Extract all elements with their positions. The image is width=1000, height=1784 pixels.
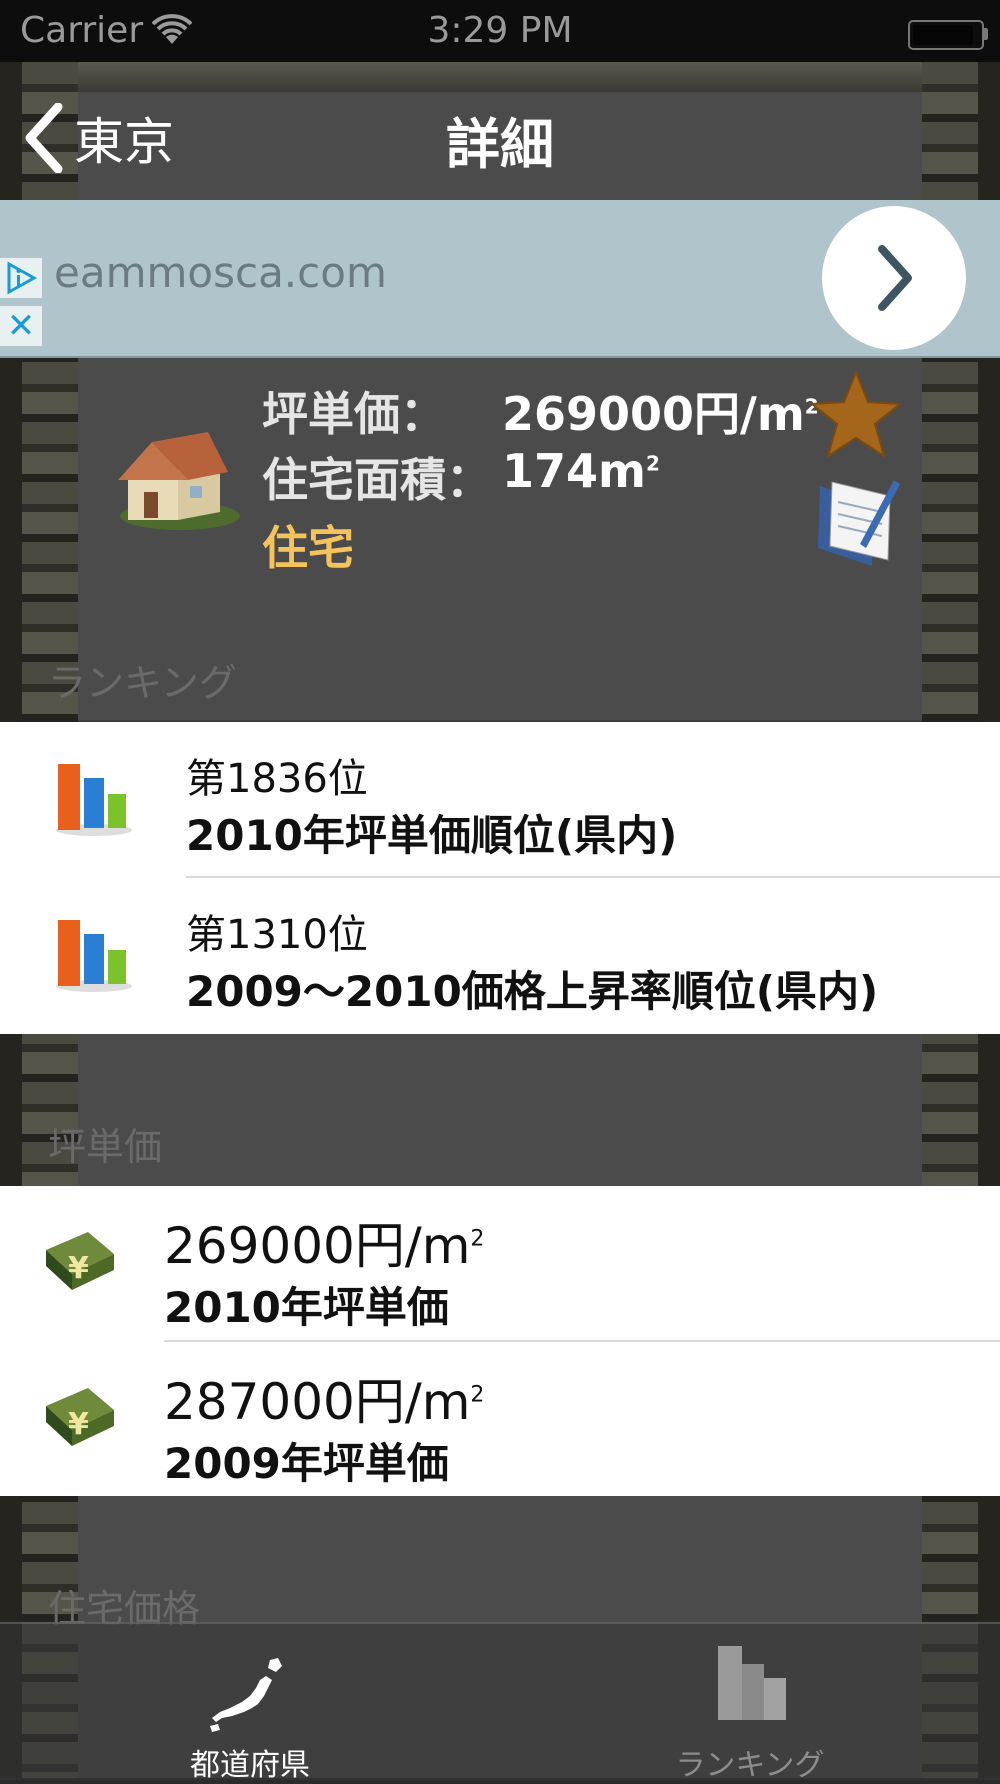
price-row[interactable]: ¥ 269000円/m2 2010年坪単価	[0, 1186, 1000, 1342]
ad-choices-icon[interactable]	[0, 258, 42, 298]
price-title: 2010年坪単価	[164, 1283, 449, 1332]
buildings-icon	[718, 1646, 786, 1720]
svg-text:¥: ¥	[68, 1251, 89, 1286]
price-title: 2009年坪単価	[164, 1439, 449, 1488]
property-type-label: 住宅	[262, 521, 354, 575]
notepad-icon[interactable]	[812, 474, 902, 574]
tab-bar: 都道府県 ランキング	[0, 1622, 1000, 1783]
ad-domain-text: eammosca.com	[54, 248, 387, 297]
ranking-section-header: ランキング	[48, 661, 237, 705]
ad-banner[interactable]: ✕ eammosca.com	[0, 200, 1000, 358]
tab-prefectures[interactable]: 都道府県	[0, 1624, 500, 1783]
unit-price-label: 坪単価：	[262, 387, 446, 441]
close-icon: ✕	[6, 306, 36, 346]
house-icon	[118, 432, 240, 530]
ad-close-button[interactable]: ✕	[0, 306, 42, 346]
tab-label: ランキング	[675, 1748, 825, 1783]
page-title: 詳細	[446, 113, 554, 176]
price-value: 287000円/m2	[164, 1373, 485, 1431]
rank-title: 2010年坪単価順位(県内)	[186, 811, 678, 860]
yen-money-icon: ¥	[46, 1232, 114, 1290]
svg-text:¥: ¥	[68, 1407, 89, 1442]
section-panel-bg	[78, 1034, 922, 1186]
ad-open-button[interactable]	[822, 206, 966, 350]
bar-chart-icon	[56, 920, 132, 992]
rank-position: 第1310位	[186, 912, 368, 958]
price-value: 269000円/m2	[164, 1217, 485, 1275]
unit-price-value: 269000円/m2	[502, 387, 819, 441]
tab-ranking[interactable]: ランキング	[500, 1624, 1000, 1783]
battery-tip	[984, 28, 988, 40]
rank-title: 2009～2010価格上昇率順位(県内)	[186, 967, 879, 1016]
unit-price-section-header: 坪単価	[48, 1125, 163, 1169]
ranking-row[interactable]: 第1310位 2009～2010価格上昇率順位(県内)	[0, 878, 1000, 1034]
area-label: 住宅面積：	[262, 453, 492, 507]
favorite-star-icon[interactable]	[808, 368, 904, 460]
japan-map-icon	[210, 1658, 282, 1732]
rank-position: 第1836位	[186, 756, 368, 802]
price-row[interactable]: ¥ 287000円/m2 2009年坪単価	[0, 1342, 1000, 1498]
area-value: 174m2	[502, 444, 660, 498]
bar-chart-icon	[56, 764, 132, 836]
battery-icon	[908, 20, 984, 50]
chevron-right-icon	[878, 245, 912, 311]
ranking-row[interactable]: 第1836位 2010年坪単価順位(県内)	[0, 722, 1000, 878]
yen-money-icon: ¥	[46, 1388, 114, 1446]
status-bar: Carrier 3:29 PM	[0, 0, 1000, 62]
status-time: 3:29 PM	[427, 10, 573, 51]
unit-price-list: ¥ 269000円/m2 2010年坪単価 ¥ 287000円/m2 2009年…	[0, 1186, 1000, 1496]
tab-label: 都道府県	[190, 1748, 310, 1783]
ranking-list: 第1836位 2010年坪単価順位(県内) 第1310位 2009～2010価格…	[0, 722, 1000, 1034]
